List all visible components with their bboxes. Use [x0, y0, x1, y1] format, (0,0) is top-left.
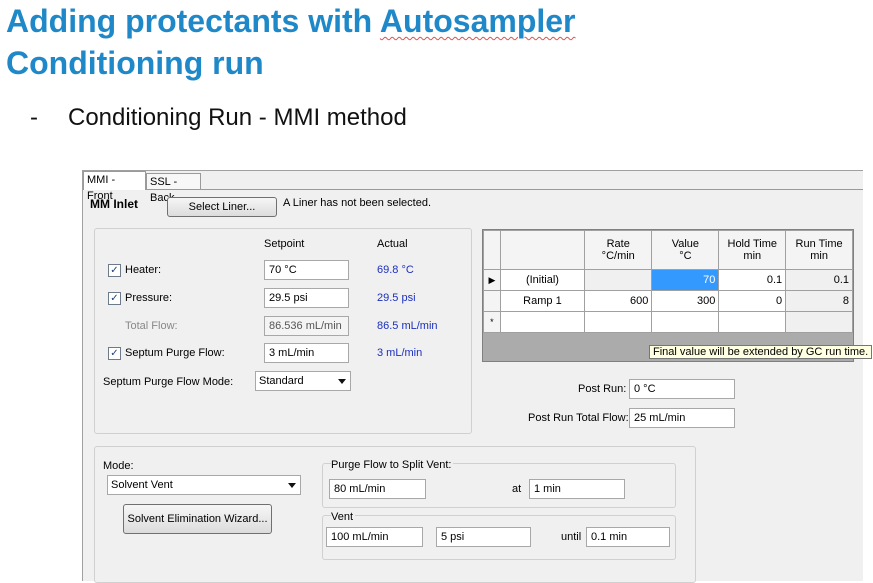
- hold-cell[interactable]: 0: [718, 290, 787, 312]
- post-run-total-flow-label: Post Run Total Flow:: [528, 412, 629, 424]
- run-header-line1: Run Time: [795, 238, 843, 250]
- tab-mmi-front[interactable]: MMI - Front: [83, 171, 146, 202]
- row-name: (Initial): [499, 269, 586, 291]
- post-run-total-flow-input[interactable]: 25 mL/min: [629, 408, 735, 428]
- septum-mode-select[interactable]: Standard: [255, 371, 351, 391]
- col-setpoint-header: Setpoint: [264, 238, 305, 250]
- tab-ssl-back[interactable]: SSL - Back: [146, 173, 201, 204]
- vent-group-label: Vent: [331, 510, 356, 524]
- grid-tooltip: Final value will be extended by GC run t…: [649, 345, 873, 359]
- rate-cell[interactable]: [584, 311, 653, 333]
- slide-title: Adding protectants with Autosampler Cond…: [6, 0, 576, 84]
- total-flow-label: Total Flow:: [125, 320, 178, 332]
- septum-purge-actual: 3 mL/min: [377, 347, 423, 359]
- rate-header-line1: Rate: [606, 238, 630, 250]
- hold-header-line1: Hold Time: [727, 238, 778, 250]
- hold-header-line2: min: [743, 250, 762, 262]
- vent-pressure-input[interactable]: 5 psi: [436, 527, 531, 547]
- title-line1-underlined: Autosampler: [379, 3, 576, 39]
- purge-flow-input[interactable]: 80 mL/min: [329, 479, 426, 499]
- rate-column-header: Rate °C/min: [584, 230, 653, 270]
- heater-checkbox[interactable]: ✓: [108, 264, 121, 277]
- septum-mode-value: Standard: [259, 375, 304, 387]
- run-header-line2: min: [810, 250, 828, 262]
- value-header-line1: Value: [671, 238, 700, 250]
- solvent-elimination-wizard-button[interactable]: Solvent Elimination Wizard...: [123, 504, 272, 534]
- value-column-header: Value °C: [651, 230, 720, 270]
- table-row-new[interactable]: *: [483, 311, 853, 333]
- chevron-down-icon: [288, 483, 296, 488]
- post-run-label: Post Run:: [578, 383, 627, 395]
- value-header-line2: °C: [679, 250, 692, 262]
- vent-flow-input[interactable]: 100 mL/min: [326, 527, 423, 547]
- heater-setpoint-input[interactable]: 70 °C: [264, 260, 349, 280]
- current-row-icon: ▶: [483, 269, 501, 291]
- chevron-down-icon: [338, 379, 346, 384]
- pressure-setpoint-input[interactable]: 29.5 psi: [264, 288, 349, 308]
- mode-label: Mode:: [103, 460, 134, 472]
- table-row[interactable]: ▶ (Initial) 70 0.1 0.1: [483, 269, 853, 291]
- mode-select[interactable]: Solvent Vent: [107, 475, 301, 495]
- total-flow-actual: 86.5 mL/min: [377, 320, 438, 332]
- ramp-table: Rate °C/min Value °C Hold Time min Run Time…: [483, 230, 853, 333]
- rate-cell[interactable]: 600: [584, 290, 653, 312]
- purge-flow-group-label: Purge Flow to Split Vent:: [331, 458, 454, 472]
- title-line1-prefix: Adding protectants with: [6, 3, 380, 39]
- table-row[interactable]: Ramp 1 600 300 0 8: [483, 290, 853, 312]
- run-cell: 0.1: [785, 269, 853, 291]
- heater-label: Heater:: [125, 264, 162, 276]
- run-cell: 8: [785, 290, 853, 312]
- value-cell[interactable]: 70: [651, 269, 720, 291]
- purge-time-input[interactable]: 1 min: [529, 479, 625, 499]
- hold-column-header: Hold Time min: [718, 230, 787, 270]
- value-cell[interactable]: 300: [651, 290, 720, 312]
- total-flow-setpoint-input: 86.536 mL/min: [264, 316, 349, 336]
- run-column-header: Run Time min: [785, 230, 853, 270]
- row-name: [499, 311, 586, 333]
- row-name: Ramp 1: [499, 290, 586, 312]
- oven-ramp-grid: Rate °C/min Value °C Hold Time min Run Time…: [482, 229, 854, 362]
- tab-strip-line: [83, 189, 863, 190]
- row-marker: [483, 290, 501, 312]
- septum-mode-label: Septum Purge Flow Mode:: [103, 376, 234, 388]
- vent-until-label: until: [561, 531, 582, 543]
- select-liner-button[interactable]: Select Liner...: [167, 197, 277, 217]
- heater-actual: 69.8 °C: [377, 264, 414, 276]
- septum-purge-checkbox[interactable]: ✓: [108, 347, 121, 360]
- vent-until-input[interactable]: 0.1 min: [586, 527, 670, 547]
- liner-status: A Liner has not been selected.: [283, 197, 431, 209]
- col-actual-header: Actual: [377, 238, 408, 250]
- title-line2: Conditioning run: [6, 45, 264, 81]
- hold-cell[interactable]: 0.1: [718, 269, 787, 291]
- purge-at-label: at: [512, 483, 522, 495]
- new-row-icon: *: [483, 311, 501, 333]
- pressure-checkbox[interactable]: ✓: [108, 292, 121, 305]
- rate-cell: [584, 269, 653, 291]
- bullet-text: Conditioning Run - MMI method: [68, 104, 407, 131]
- post-run-input[interactable]: 0 °C: [629, 379, 735, 399]
- pressure-actual: 29.5 psi: [377, 292, 416, 304]
- bullet-dash: -: [30, 104, 38, 131]
- inlet-settings-dialog: MMI - Front SSL - Back MM Inlet Select L…: [82, 170, 873, 583]
- bullet-point: - Conditioning Run - MMI method: [30, 104, 407, 132]
- septum-purge-label: Septum Purge Flow:: [125, 347, 225, 359]
- hold-cell[interactable]: [718, 311, 787, 333]
- run-cell: [785, 311, 853, 333]
- mode-value: Solvent Vent: [111, 479, 173, 491]
- septum-purge-setpoint-input[interactable]: 3 mL/min: [264, 343, 349, 363]
- rate-header-line2: °C/min: [601, 250, 635, 262]
- value-cell[interactable]: [651, 311, 720, 333]
- pressure-label: Pressure:: [125, 292, 173, 304]
- row-header-corner: [483, 230, 501, 270]
- name-column-header: [499, 230, 586, 270]
